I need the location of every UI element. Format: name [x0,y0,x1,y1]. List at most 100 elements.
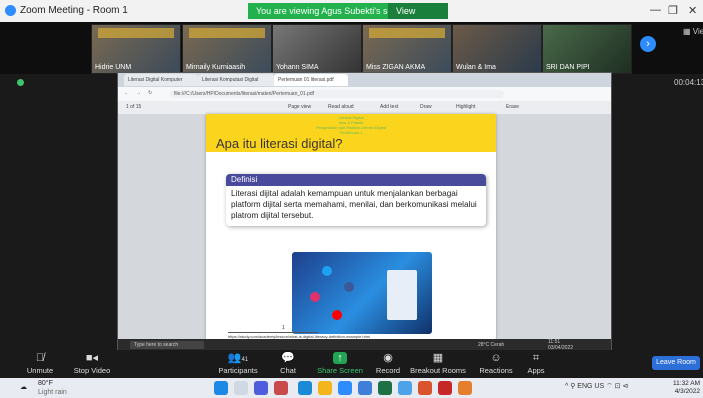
shared-screen: Literasi Digital Komputer Literasi Kompu… [117,72,612,352]
control-label: Record [375,366,401,375]
breakout-icon: ▦ [432,352,444,364]
shared-search-box: Type here to search [130,341,204,349]
share-banner: You are viewing Agus Subekti's screen Vi… [248,3,448,32]
control-label: Share Screen [317,366,363,375]
window-title: Zoom Meeting - Room 1 [20,5,128,16]
participant-tile[interactable]: Miss ZIGAN AKMA [362,24,452,74]
windows-taskbar: ☁ 80°F Light rain ^ ⚲ ENG US ⌔ ⊡ ⊲ 11:32… [0,378,703,398]
erase-button[interactable]: Erase [506,104,519,110]
browser-tab[interactable]: Literasi Digital Komputer [124,74,198,86]
definition-box: Definisi Literasi dijital adalah kemampu… [226,174,486,226]
participant-name: Wulan & Ima [456,64,496,71]
control-label: Participants [218,366,258,375]
minimize-icon[interactable]: — [650,4,661,16]
meeting-controls: 🎙̸ Unmute ■◂ Stop Video 👥41 Participants 💬 C… [0,350,703,378]
close-icon[interactable]: ✕ [688,4,697,17]
view-options-button[interactable]: View Options ⌄ [388,3,448,32]
forward-icon[interactable]: → [136,90,141,96]
share-screen-icon: ↑ [333,352,347,364]
app-icon[interactable] [274,381,288,395]
weather-icon: ☁ [20,384,27,391]
participant-tile[interactable]: SRI DAN PIPI [542,24,632,74]
system-tray[interactable]: ^ ⚲ ENG US ⌔ ⊡ ⊲ [565,382,628,391]
shared-weather: 28°C Cerah [478,342,505,348]
security-status-icon[interactable] [17,79,24,86]
word-icon[interactable] [358,381,372,395]
pdf-app-icon[interactable] [438,381,452,395]
pdf-toolbar: 1 of 15 Page view Read aloud Add text Dr… [118,101,611,114]
url-field[interactable]: file:///C:/Users/HP/Documents/literasi/m… [170,90,504,98]
footnote-marker: 1 [282,325,285,331]
participant-name: Yohann SIMA [276,64,319,71]
search-icon[interactable] [234,381,248,395]
apps-button[interactable]: ⌗ Apps [506,352,566,375]
start-icon[interactable] [214,381,228,395]
control-label: Unmute [26,366,54,375]
participant-strip: Hidrie UNM Mirnaily Kurniaasih Yohann SI… [0,22,703,74]
back-icon[interactable]: ← [124,90,129,96]
reload-icon[interactable]: ↻ [148,90,152,96]
browser-address-bar: ← → ↻ file:///C:/Users/HP/Documents/lite… [118,87,611,101]
video-icon: ■◂ [85,352,99,364]
definition-heading: Definisi [226,174,486,186]
browser-tab[interactable]: Literasi Komputasi Digital [198,74,274,86]
zoom-taskbar-icon[interactable] [338,381,352,395]
slide-header: Literasi Digital Ilmu & Praktik Pengenal… [206,114,496,152]
social-media-image [292,252,432,334]
mic-muted-icon: 🎙̸ [35,352,45,364]
browser-tab-active[interactable]: Pertemuan 01 literasi.pdf [274,74,348,86]
participant-tile[interactable]: Yohann SIMA [272,24,362,74]
next-page-icon[interactable]: › [640,36,656,52]
control-label: Stop Video [73,366,111,375]
page-counter[interactable]: 1 of 15 [126,104,141,110]
maximize-icon[interactable]: ❐ [668,4,678,17]
participant-name: SRI DAN PIPI [546,64,590,71]
participant-name: Mirnaily Kurniaasih [186,64,246,71]
breakout-rooms-button[interactable]: ▦ Breakout Rooms [408,352,468,375]
excel-icon[interactable] [378,381,392,395]
participant-tile[interactable]: Wulan & Ima [452,24,542,74]
zoom-title-bar: Zoom Meeting - Room 1 You are viewing Ag… [0,0,703,32]
apps-icon: ⌗ [532,352,540,364]
view-label: View [692,27,703,36]
weather-temp[interactable]: 80°F [38,380,53,387]
chat-icon: 💬 [281,352,295,364]
definition-text: Literasi dijital adalah kemampuan untuk … [231,189,477,220]
zoom-logo-icon [5,5,16,16]
participant-name: Miss ZIGAN AKMA [366,64,426,71]
photos-icon[interactable] [398,381,412,395]
browser-tab-bar: Literasi Digital Komputer Literasi Kompu… [118,73,611,87]
draw-button[interactable]: Draw [420,104,432,110]
stop-video-button[interactable]: ■◂ Stop Video [62,352,122,375]
slide-header-line: Pertemuan 1 [339,130,363,135]
add-text-button[interactable]: Add text [380,104,398,110]
pdf-viewer: Literasi Digital Ilmu & Praktik Pengenal… [118,114,611,339]
meeting-timer: 00:04:13 [674,78,703,87]
participant-name: Hidrie UNM [95,64,132,71]
highlight-button[interactable]: Highlight [456,104,475,110]
page-view-button[interactable]: Page view [288,104,311,110]
chat-button[interactable]: 💬 Chat [258,352,318,375]
weather-condition: Light rain [38,389,67,396]
edge-icon[interactable] [298,381,312,395]
teams-icon[interactable] [254,381,268,395]
view-button[interactable]: ▦ View [683,27,703,36]
taskbar-clock[interactable]: 11:32 AM 4/3/2022 [672,380,700,396]
control-label: Breakout Rooms [410,366,466,375]
slide-page: Literasi Digital Ilmu & Praktik Pengenal… [206,114,496,339]
footnote-divider [228,332,318,333]
clock-time: 11:32 AM [673,380,700,387]
clock-date: 4/3/2022 [674,388,700,395]
read-aloud-button[interactable]: Read aloud [328,104,354,110]
control-label: Apps [527,366,545,375]
leave-room-button[interactable]: Leave Room [652,356,700,370]
unmute-button[interactable]: 🎙̸ Unmute [10,352,70,375]
participant-tile[interactable]: Mirnaily Kurniaasih [182,24,272,74]
participant-tile[interactable]: Hidrie UNM [91,24,181,74]
firefox-icon[interactable] [458,381,472,395]
share-banner-text: You are viewing Agus Subekti's screen [256,6,410,16]
control-label: Chat [280,366,296,375]
slide-title: Apa itu literasi digital? [216,136,343,151]
chrome-icon[interactable] [418,381,432,395]
file-explorer-icon[interactable] [318,381,332,395]
